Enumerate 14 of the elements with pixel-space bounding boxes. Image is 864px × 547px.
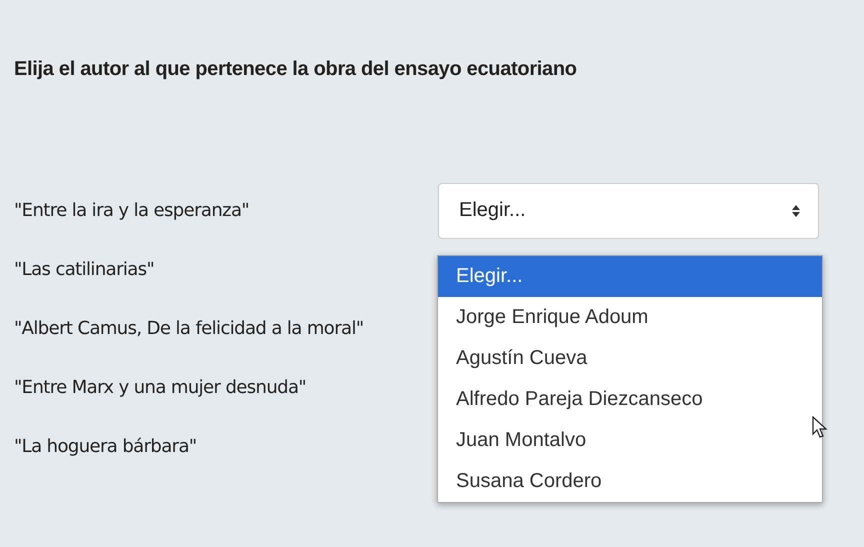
prompt-label: "Albert Camus, De la felicidad a la moral" xyxy=(14,318,364,339)
dropdown-option[interactable]: Susana Cordero xyxy=(438,461,822,502)
dropdown-option[interactable]: Alfredo Pareja Diezcanseco xyxy=(438,379,822,420)
updown-icon xyxy=(792,204,800,218)
dropdown-option[interactable]: Agustín Cueva xyxy=(438,338,822,379)
dropdown-option[interactable]: Juan Montalvo xyxy=(438,420,822,461)
prompt-label: "Entre Marx y una mujer desnuda" xyxy=(14,377,306,398)
dropdown-option[interactable]: Jorge Enrique Adoum xyxy=(438,297,822,338)
prompt-label: "La hoguera bárbara" xyxy=(14,436,197,457)
prompt-label: "Entre la ira y la esperanza" xyxy=(14,200,250,221)
select-field[interactable]: Elegir... xyxy=(438,182,819,238)
question-title: Elija el autor al que pertenece la obra del ensayo ecuatoriano xyxy=(14,58,578,81)
prompt-label: "Las catilinarias" xyxy=(14,259,154,280)
dropdown-option[interactable]: Elegir... xyxy=(438,256,822,297)
